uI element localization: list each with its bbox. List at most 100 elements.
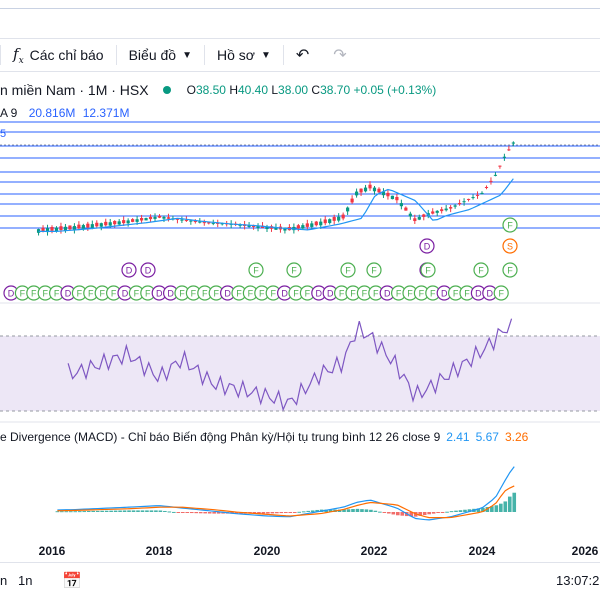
price-candle xyxy=(471,197,475,199)
price-candle xyxy=(108,222,112,226)
price-candle xyxy=(162,216,166,219)
event-marker-label: F xyxy=(291,266,297,276)
event-marker-label: F xyxy=(345,266,351,276)
close-key: C xyxy=(311,83,321,97)
macd-histogram-bar xyxy=(86,510,91,512)
price-candle xyxy=(139,218,144,221)
event-marker-label: F xyxy=(430,289,436,299)
macd-histogram-bar xyxy=(373,510,378,512)
symbol-title[interactable]: n miền Nam · 1M · HSX xyxy=(0,82,149,98)
event-marker-label: F xyxy=(88,289,94,299)
price-candle xyxy=(466,198,471,200)
macd-histogram-bar xyxy=(351,509,355,512)
market-status-icon xyxy=(162,86,171,94)
event-marker-label: F xyxy=(293,289,299,299)
macd-histogram-bar xyxy=(422,512,427,516)
macd-histogram-bar xyxy=(279,512,284,514)
price-candle xyxy=(346,207,350,212)
macd-histogram-bar xyxy=(458,510,463,512)
price-candle xyxy=(202,222,206,224)
macd-histogram-bar xyxy=(499,503,503,512)
macd-histogram-bar xyxy=(73,511,78,513)
macd-histogram-bar xyxy=(301,511,306,513)
price-candle xyxy=(126,220,130,224)
macd-histogram-bar xyxy=(270,512,275,514)
event-marker-label: F xyxy=(507,221,513,231)
time-tick-2016: 2016 xyxy=(38,544,66,558)
price-candle xyxy=(493,174,498,176)
macd-histogram-bar xyxy=(360,509,364,512)
macd-histogram-bar xyxy=(436,512,440,513)
price-candle xyxy=(475,194,480,196)
price-candle xyxy=(395,196,399,201)
price-candle xyxy=(305,223,309,227)
price-candle xyxy=(328,219,332,223)
event-marker-label: F xyxy=(236,289,242,299)
event-marker-label: D xyxy=(384,289,391,299)
event-marker-label: F xyxy=(419,289,425,299)
price-candle xyxy=(511,142,515,144)
macd-histogram-bar xyxy=(463,509,467,512)
event-marker-label: F xyxy=(464,289,470,299)
macd-histogram-bar xyxy=(136,510,140,512)
macd-histogram-bar xyxy=(284,512,288,513)
range-button-1y[interactable]: 1n xyxy=(18,573,32,588)
event-marker-label: F xyxy=(213,289,219,299)
price-candle xyxy=(498,165,502,167)
event-marker-label: F xyxy=(42,289,48,299)
price-candle xyxy=(180,219,184,221)
rsi-band xyxy=(0,336,600,411)
price-candle xyxy=(50,226,54,231)
event-marker-label: S xyxy=(507,242,513,252)
price-candle xyxy=(458,203,462,205)
range-button-partial[interactable]: n xyxy=(0,573,7,588)
macd-histogram-bar xyxy=(369,509,373,512)
macd-histogram-bar xyxy=(207,512,212,514)
event-marker-label: D xyxy=(126,266,133,276)
time-axis[interactable]: 2016 2018 2020 2022 2024 2026 xyxy=(0,540,600,560)
macd-histogram-bar xyxy=(364,509,369,512)
price-candle xyxy=(166,217,171,219)
price-candle xyxy=(296,225,300,229)
event-marker-label: F xyxy=(253,266,259,276)
price-candle xyxy=(440,209,444,212)
open-value: 38.50 xyxy=(195,83,226,97)
event-marker-label: F xyxy=(373,289,379,299)
macd-histogram-bar xyxy=(355,508,360,512)
price-candle xyxy=(301,225,305,229)
macd-histogram-bar xyxy=(391,512,396,515)
macd-histogram-bar xyxy=(503,501,508,512)
price-candle xyxy=(117,221,121,225)
price-candle xyxy=(390,195,395,200)
price-candle xyxy=(449,207,453,209)
macd-histogram-bar xyxy=(109,510,113,512)
macd-line-value: 5.67 xyxy=(475,430,499,444)
price-candle xyxy=(354,191,359,196)
event-marker-label: D xyxy=(167,289,174,299)
calendar-icon[interactable]: 📅 xyxy=(62,571,82,591)
edge-price-label: 5 xyxy=(0,128,7,140)
price-candle xyxy=(332,217,336,221)
event-marker-label: F xyxy=(339,289,345,299)
price-candle xyxy=(319,221,323,226)
event-marker-label: F xyxy=(191,289,197,299)
time-tick-2024: 2024 xyxy=(468,544,496,558)
price-candle xyxy=(148,216,153,220)
event-marker-label: F xyxy=(453,289,459,299)
macd-histogram-bar xyxy=(440,512,445,513)
event-marker-label: F xyxy=(507,266,513,276)
event-marker-label: F xyxy=(77,289,83,299)
macd-histogram-bar xyxy=(306,510,311,512)
price-candle xyxy=(480,192,484,194)
macd-histogram-bar xyxy=(127,510,131,512)
event-marker-label: F xyxy=(20,289,26,299)
event-marker-label: F xyxy=(396,289,402,299)
price-candle xyxy=(359,188,363,193)
event-marker-label: D xyxy=(8,289,15,299)
macd-histogram-bar xyxy=(158,510,163,512)
event-marker-label: F xyxy=(350,289,356,299)
macd-histogram-bar xyxy=(212,512,216,514)
price-candle xyxy=(157,215,162,218)
event-marker-label: F xyxy=(305,289,311,299)
event-marker-label: F xyxy=(270,289,276,299)
